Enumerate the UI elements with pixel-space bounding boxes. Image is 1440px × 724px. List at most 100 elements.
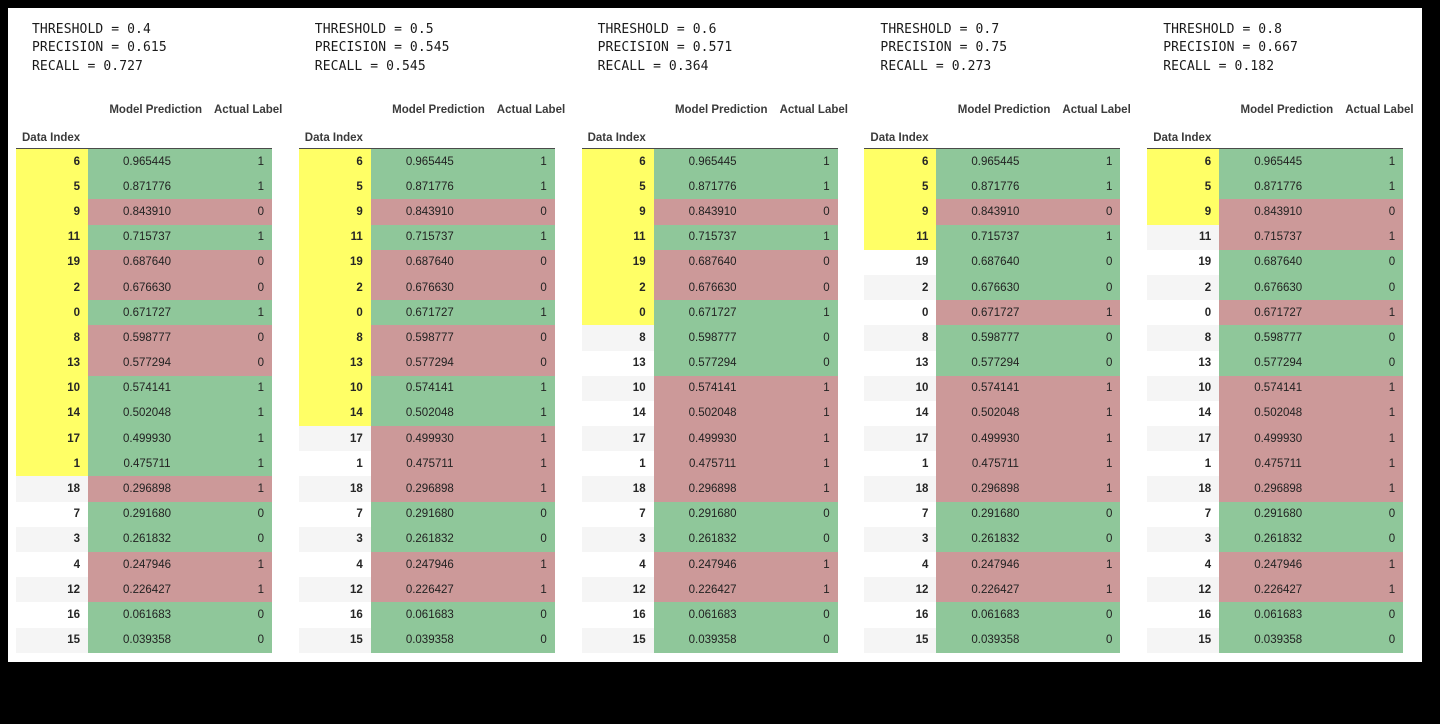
header-actual-label: Actual Label [1339,94,1414,118]
row-data-index: 5 [1147,174,1220,200]
table-row: 5 0.871776 1 [1147,174,1404,200]
cell-actual-label: 0 [490,350,555,376]
cell-model-prediction: 0.039358 [370,627,491,653]
table-row: 8 0.598777 0 [298,325,555,351]
cell-actual-label: 1 [773,148,838,175]
cell-actual-label: 0 [208,501,272,527]
header-corner-blank [298,94,371,118]
cell-model-prediction: 0.247946 [653,552,774,578]
cell-actual-label: 1 [1056,224,1121,250]
cell-model-prediction: 0.671727 [936,300,1057,326]
row-data-index: 18 [298,476,371,502]
row-data-index: 9 [16,199,88,225]
cell-model-prediction: 0.598777 [653,325,774,351]
table-row: 7 0.291680 0 [16,501,272,527]
cell-model-prediction: 0.676630 [653,274,774,301]
cell-model-prediction: 0.965445 [1219,148,1340,175]
dataframe-container[interactable]: Model Prediction Actual Label Data Index 6 0… [298,94,567,653]
dataframe-container[interactable]: Model Prediction Actual Label Data Index 6 0… [16,94,284,653]
row-data-index: 0 [16,300,88,326]
table-row: 12 0.226427 1 [1147,577,1404,603]
row-data-index: 17 [581,426,654,452]
cell-actual-label: 0 [490,249,555,275]
cell-model-prediction: 0.291680 [370,501,491,527]
cell-model-prediction: 0.598777 [1219,325,1340,351]
cell-model-prediction: 0.687640 [1219,249,1340,275]
table-row: 19 0.687640 0 [1147,249,1404,275]
cell-actual-label: 1 [208,476,272,502]
cell-model-prediction: 0.475711 [88,451,208,477]
row-data-index: 14 [1147,400,1220,427]
cell-actual-label: 0 [1056,350,1121,376]
cell-model-prediction: 0.226427 [653,577,774,603]
cell-actual-label: 1 [490,174,555,200]
cell-actual-label: 1 [208,577,272,603]
row-data-index: 1 [864,451,937,477]
cell-model-prediction: 0.574141 [370,375,491,401]
row-data-index: 3 [16,526,88,552]
cell-actual-label: 1 [208,224,272,250]
header-model-prediction: Model Prediction [1219,94,1340,118]
cell-model-prediction: 0.965445 [370,148,491,175]
row-data-index: 0 [581,300,654,326]
dataframe-container[interactable]: Model Prediction Actual Label Data Index 6 0… [581,94,850,653]
cell-model-prediction: 0.061683 [1219,602,1340,628]
cell-model-prediction: 0.843910 [653,199,774,225]
cell-actual-label: 0 [773,199,838,225]
cell-actual-label: 1 [1056,375,1121,401]
table-row: 19 0.687640 0 [298,249,555,275]
cell-actual-label: 1 [1339,451,1404,477]
row-data-index: 6 [581,148,654,175]
table-row: 0 0.671727 1 [581,300,838,326]
cell-actual-label: 0 [773,274,838,301]
header-corner-blank [16,94,88,118]
cell-actual-label: 1 [773,174,838,200]
row-data-index: 15 [16,627,88,653]
table-row: 12 0.226427 1 [16,577,272,603]
row-data-index: 8 [864,325,937,351]
row-data-index: 17 [1147,426,1220,452]
table-row: 15 0.039358 0 [581,627,838,653]
cell-model-prediction: 0.291680 [1219,501,1340,527]
table-row: 11 0.715737 1 [581,224,838,250]
cell-model-prediction: 0.871776 [370,174,491,200]
row-data-index: 5 [298,174,371,200]
cell-actual-label: 1 [208,174,272,200]
row-data-index: 9 [298,199,371,225]
index-name-row: Data Index [581,118,838,149]
dataframe-container[interactable]: Model Prediction Actual Label Data Index 6 0… [1147,94,1415,653]
cell-actual-label: 1 [1056,174,1121,200]
row-data-index: 10 [1147,375,1220,401]
cell-model-prediction: 0.061683 [370,602,491,628]
table-row: 9 0.843910 0 [16,199,272,225]
metrics-block: THRESHOLD = 0.4 PRECISION = 0.615 RECALL =… [8,8,291,76]
cell-actual-label: 0 [490,501,555,527]
row-data-index: 18 [581,476,654,502]
recall-line: RECALL = 0.545 [314,58,426,74]
cell-model-prediction: 0.965445 [936,148,1057,175]
table-row: 12 0.226427 1 [298,577,555,603]
row-data-index: 15 [864,627,937,653]
cell-actual-label: 0 [490,602,555,628]
row-data-index: 2 [16,274,88,301]
row-data-index: 14 [864,400,937,427]
cell-actual-label: 0 [208,602,272,628]
cell-model-prediction: 0.577294 [936,350,1057,376]
index-name-row: Data Index [298,118,555,149]
column-header-row: Model Prediction Actual Label [1147,94,1414,118]
dataframe-container[interactable]: Model Prediction Actual Label Data Index 6 0… [864,94,1132,653]
cell-model-prediction: 0.715737 [936,224,1057,250]
cell-actual-label: 0 [1339,627,1404,653]
cell-model-prediction: 0.247946 [370,552,491,578]
table-row: 14 0.502048 1 [864,400,1121,427]
table-row: 0 0.671727 1 [1147,300,1404,326]
cell-actual-label: 0 [773,325,838,351]
cell-actual-label: 0 [773,501,838,527]
table-row: 9 0.843910 0 [298,199,555,225]
cell-actual-label: 1 [1056,426,1121,452]
precision-line: PRECISION = 0.667 [1163,40,1298,56]
table-row: 10 0.574141 1 [864,375,1121,401]
header-corner-blank [581,94,654,118]
cell-actual-label: 0 [773,627,838,653]
row-data-index: 10 [16,375,88,401]
